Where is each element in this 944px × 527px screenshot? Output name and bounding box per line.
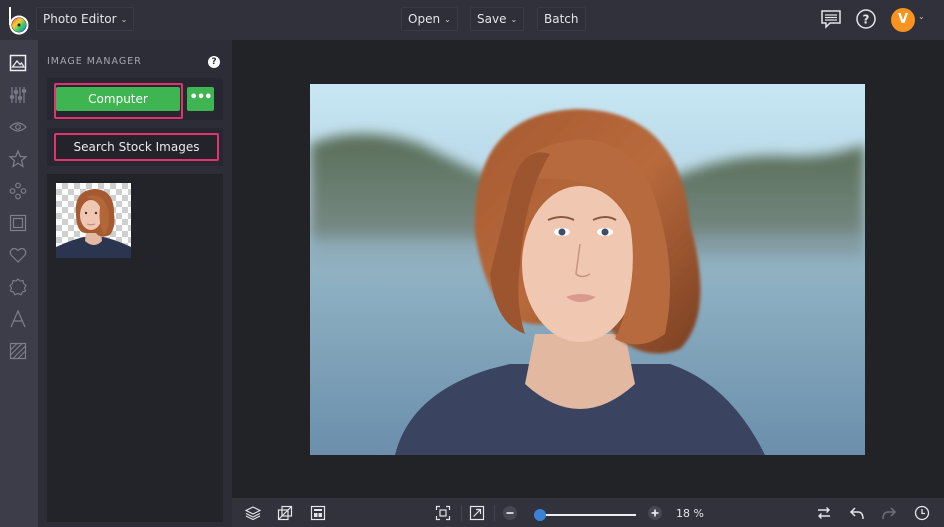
panel-help-icon[interactable]: ? <box>208 56 220 68</box>
graphics-heart-icon[interactable] <box>8 245 28 265</box>
actual-size-icon[interactable] <box>469 505 485 521</box>
editing-photo[interactable] <box>310 84 865 455</box>
swap-compare-icon[interactable] <box>816 505 832 521</box>
text-icon[interactable] <box>8 309 28 329</box>
photo-editor-label: Photo Editor <box>43 12 117 26</box>
open-label: Open <box>408 12 441 26</box>
effects-eye-icon[interactable] <box>8 117 28 137</box>
open-menu-button[interactable]: Open ⌄ <box>401 7 458 31</box>
save-menu-button[interactable]: Save ⌄ <box>470 7 525 31</box>
batch-label: Batch <box>544 12 579 26</box>
zoom-in-icon[interactable] <box>647 505 663 521</box>
chevron-down-icon: ⌄ <box>120 15 128 24</box>
layout-icon[interactable] <box>310 505 326 521</box>
top-bar: Photo Editor ⌄ Open ⌄ Save ⌄ Batch ? V ⌄ <box>0 0 944 40</box>
gallery-thumbnail[interactable] <box>56 183 131 258</box>
fit-to-screen-icon[interactable] <box>435 505 451 521</box>
help-icon[interactable]: ? <box>855 8 877 30</box>
favorites-star-icon[interactable] <box>8 149 28 169</box>
chat-feedback-icon[interactable] <box>820 8 842 30</box>
photo-editor-menu[interactable]: Photo Editor ⌄ <box>36 7 135 31</box>
layers-icon[interactable] <box>245 505 261 521</box>
frames-icon[interactable] <box>8 213 28 233</box>
search-stock-images-button[interactable]: Search Stock Images <box>54 133 219 161</box>
chevron-down-icon: ⌄ <box>444 15 451 24</box>
panel-title: IMAGE MANAGER <box>47 56 142 67</box>
user-avatar[interactable]: V <box>891 8 915 32</box>
chevron-down-icon: ⌄ <box>510 15 518 24</box>
portrait-photo <box>310 84 865 455</box>
zoom-out-icon[interactable] <box>502 505 518 521</box>
image-manager-panel: IMAGE MANAGER ? Computer ••• Search Stoc… <box>38 40 232 527</box>
overlays-badge-icon[interactable] <box>8 277 28 297</box>
bottom-toolbar <box>232 498 944 527</box>
save-label: Save <box>477 12 507 26</box>
computer-upload-button[interactable]: Computer <box>56 87 180 111</box>
touch-up-circles-icon[interactable] <box>8 181 28 201</box>
zoom-percentage: 18 % <box>676 507 704 520</box>
canvas-crop-icon[interactable] <box>277 505 293 521</box>
tool-rail <box>0 40 38 527</box>
history-clock-icon[interactable] <box>914 505 930 521</box>
svg-text:?: ? <box>863 13 870 27</box>
undo-icon[interactable] <box>849 505 865 521</box>
account-chevron-down-icon[interactable]: ⌄ <box>918 12 925 21</box>
redo-icon[interactable] <box>881 505 897 521</box>
textures-icon[interactable] <box>8 341 28 361</box>
portrait-cutout-image <box>56 189 131 258</box>
image-manager-icon[interactable] <box>8 53 28 73</box>
zoom-slider-track[interactable] <box>536 514 636 516</box>
image-gallery <box>47 174 223 522</box>
batch-button[interactable]: Batch <box>537 7 586 31</box>
toolbar-divider <box>494 505 495 521</box>
adjust-sliders-icon[interactable] <box>8 85 28 105</box>
toolbar-divider <box>461 505 462 521</box>
more-sources-button[interactable]: ••• <box>187 87 214 111</box>
befunky-logo-icon[interactable] <box>6 5 32 35</box>
